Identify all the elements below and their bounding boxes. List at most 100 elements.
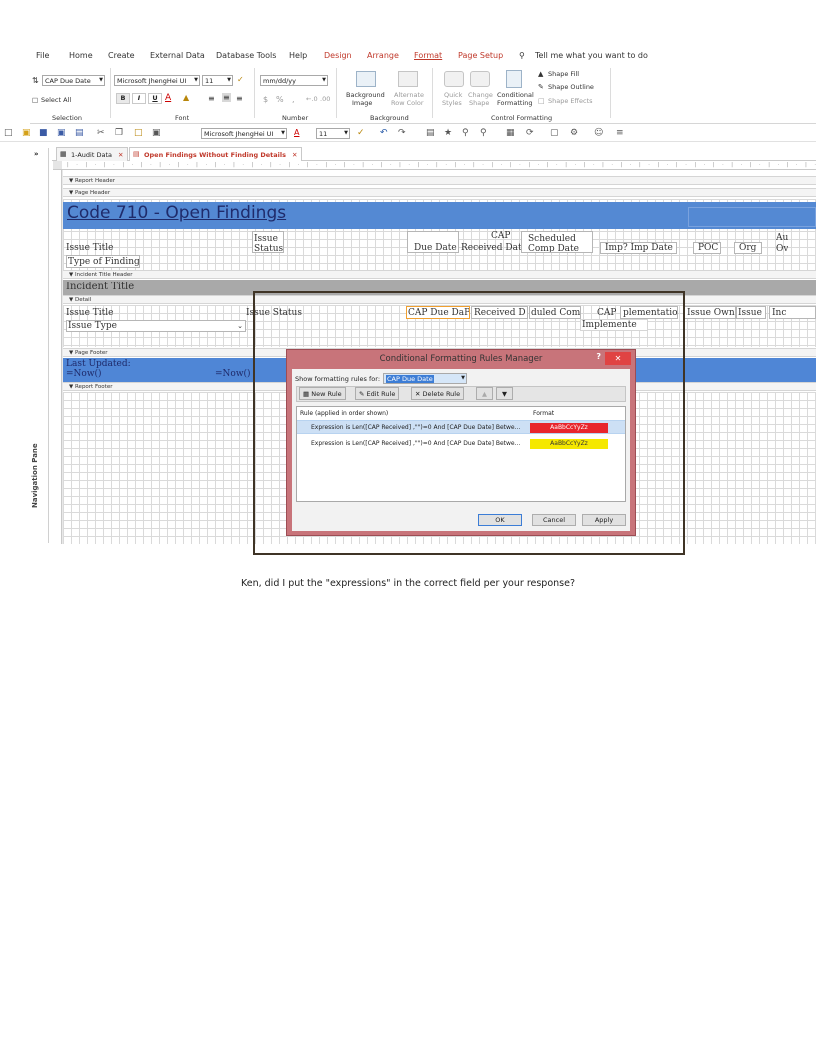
font-name-combo[interactable]: Microsoft JhengHei UI ▼ — [114, 75, 200, 86]
label-type-of-finding[interactable]: Type of Finding — [66, 255, 140, 268]
conditional-formatting-label[interactable]: Conditional — [497, 91, 534, 99]
menu-file[interactable]: File — [36, 51, 49, 60]
shape-fill-button[interactable]: Shape Fill — [548, 70, 579, 78]
report-title[interactable]: Code 710 - Open Findings — [67, 203, 286, 223]
menu-arrange[interactable]: Arrange — [367, 51, 399, 60]
redo-icon[interactable]: ↷ — [398, 128, 406, 138]
field-issue-title[interactable]: Issue Title — [66, 308, 113, 318]
cut-icon[interactable]: ✂ — [97, 128, 105, 138]
undo-icon[interactable]: ↶ — [380, 128, 388, 138]
refresh-icon[interactable]: ⟳ — [526, 128, 534, 138]
align-right-icon[interactable]: ≡ — [236, 94, 243, 103]
font-size-combo[interactable]: 11 ▼ — [202, 75, 233, 86]
close-icon[interactable]: ✕ — [118, 151, 123, 159]
decrease-decimals-icon[interactable]: .00 — [320, 95, 330, 103]
label-issue-status[interactable]: Issue Status — [252, 231, 284, 253]
label-received-date[interactable]: Received Date — [461, 243, 527, 253]
qat-font-name-combo[interactable]: Microsoft JhengHei UI ▼ — [201, 128, 287, 139]
background-image-label[interactable]: Background — [346, 91, 385, 99]
section-report-header[interactable]: ▼ Report Header — [63, 176, 816, 185]
save-as-icon[interactable]: ▤ — [75, 128, 84, 138]
menu-create[interactable]: Create — [108, 51, 135, 60]
tab-audit-data[interactable]: ▦ 1-Audit Data ✕ — [56, 147, 129, 161]
save-icon[interactable]: ▣ — [57, 128, 66, 138]
increase-decimals-icon[interactable]: ←.0 — [306, 95, 318, 103]
rule-row[interactable]: Expression is Len([CAP Received] ,"")=0 … — [297, 420, 625, 434]
format-painter-icon[interactable]: ✓ — [357, 128, 365, 138]
menu-external-data[interactable]: External Data — [150, 51, 205, 60]
label-cap[interactable]: CAP — [491, 231, 510, 241]
fill-color-icon[interactable]: ▲ — [183, 93, 189, 102]
change-shape-icon[interactable] — [470, 71, 490, 87]
bold-button[interactable]: B — [116, 93, 130, 104]
label-org[interactable]: Org — [734, 242, 762, 254]
delete-rule-button[interactable]: ✕ Delete Rule — [411, 387, 465, 400]
ok-button[interactable]: OK — [478, 514, 522, 526]
align-center-icon[interactable]: ≡ — [222, 93, 231, 102]
move-down-button[interactable]: ▼ — [496, 387, 513, 400]
menu-database-tools[interactable]: Database Tools — [216, 51, 276, 60]
folder-icon[interactable]: ■ — [39, 128, 48, 138]
properties-icon[interactable]: ▦ — [506, 128, 515, 138]
font-color-icon[interactable]: A — [294, 128, 299, 137]
label-scheduled-comp-date[interactable]: Scheduled Comp Date — [521, 231, 593, 253]
apply-button[interactable]: Apply — [582, 514, 626, 526]
alternate-row-label-2[interactable]: Row Color — [391, 99, 424, 107]
copy-icon[interactable]: ❐ — [115, 128, 123, 138]
italic-button[interactable]: I — [132, 93, 146, 104]
shape-effects-button[interactable]: Shape Effects — [548, 97, 593, 105]
quick-styles-label[interactable]: Quick — [444, 91, 462, 99]
new-rule-button[interactable]: ▦ New Rule — [299, 387, 346, 400]
tell-me-box[interactable]: Tell me what you want to do — [535, 51, 648, 60]
menu-design[interactable]: Design — [324, 51, 352, 60]
percent-button[interactable]: % — [276, 95, 284, 104]
number-format-combo[interactable]: mm/dd/yy ▼ — [260, 75, 328, 86]
help-button[interactable]: ? — [596, 352, 601, 361]
align-left-icon[interactable]: ≡ — [208, 94, 215, 103]
alternate-row-color-icon[interactable] — [398, 71, 418, 87]
background-image-icon[interactable] — [356, 71, 376, 87]
quick-styles-icon[interactable] — [444, 71, 464, 87]
show-rules-combo[interactable]: CAP Due Date ▼ — [383, 373, 467, 384]
menu-page-setup[interactable]: Page Setup — [458, 51, 503, 60]
menu-help[interactable]: Help — [289, 51, 307, 60]
shape-outline-button[interactable]: Shape Outline — [548, 83, 594, 91]
customize-qat-icon[interactable]: ≡ — [616, 128, 624, 138]
label-issue-title[interactable]: Issue Title — [66, 243, 113, 253]
menu-home[interactable]: Home — [69, 51, 93, 60]
quick-styles-label-2[interactable]: Styles — [442, 99, 462, 107]
shape-outline-icon[interactable]: ✎ — [538, 83, 544, 91]
settings-icon[interactable]: ⚙ — [570, 128, 578, 138]
view-icon[interactable]: ▢ — [550, 128, 559, 138]
label-poc[interactable]: POC — [693, 242, 721, 254]
field-inc[interactable]: Inc — [769, 306, 816, 319]
find-icon[interactable]: ⚲ — [462, 128, 469, 138]
open-folder-icon[interactable]: ▣ — [22, 128, 31, 138]
close-icon[interactable]: ✕ — [292, 151, 297, 159]
navigation-pane[interactable]: » Navigation Pane — [29, 148, 49, 543]
alternate-row-label[interactable]: Alternate — [394, 91, 424, 99]
tab-open-findings[interactable]: ▤ Open Findings Without Finding Details ✕ — [129, 147, 303, 161]
shape-effects-icon[interactable]: □ — [538, 97, 545, 105]
field-issue[interactable]: Issue — [736, 306, 766, 319]
conditional-formatting-icon[interactable] — [506, 70, 522, 88]
edit-rule-button[interactable]: ✎ Edit Rule — [355, 387, 400, 400]
section-incident-header[interactable]: ▼ Incident Title Header — [63, 270, 816, 279]
comma-button[interactable]: , — [292, 95, 295, 104]
new-icon[interactable]: □ — [4, 128, 13, 138]
label-imp-date[interactable]: Imp? Imp Date — [600, 242, 677, 254]
field-issue-owner[interactable]: Issue Own — [684, 306, 736, 319]
field-now-right[interactable]: =Now() — [215, 369, 251, 379]
qat-font-size-combo[interactable]: 11 ▼ — [316, 128, 350, 139]
conditional-formatting-label-2[interactable]: Formatting — [497, 99, 533, 107]
title-band-control[interactable] — [688, 207, 816, 227]
print-preview-icon[interactable]: ▤ — [426, 128, 435, 138]
paste-icon[interactable]: □ — [134, 128, 143, 138]
menu-format[interactable]: Format — [414, 51, 442, 60]
close-button[interactable]: ✕ — [605, 352, 631, 365]
change-shape-label-2[interactable]: Shape — [469, 99, 489, 107]
zoom-icon[interactable]: ⚲ — [480, 128, 487, 138]
rule-row[interactable]: Expression is Len([CAP Received] ,"")=0 … — [297, 437, 625, 451]
underline-button[interactable]: U — [148, 93, 162, 104]
search-icon[interactable]: ⚲ — [519, 51, 525, 60]
